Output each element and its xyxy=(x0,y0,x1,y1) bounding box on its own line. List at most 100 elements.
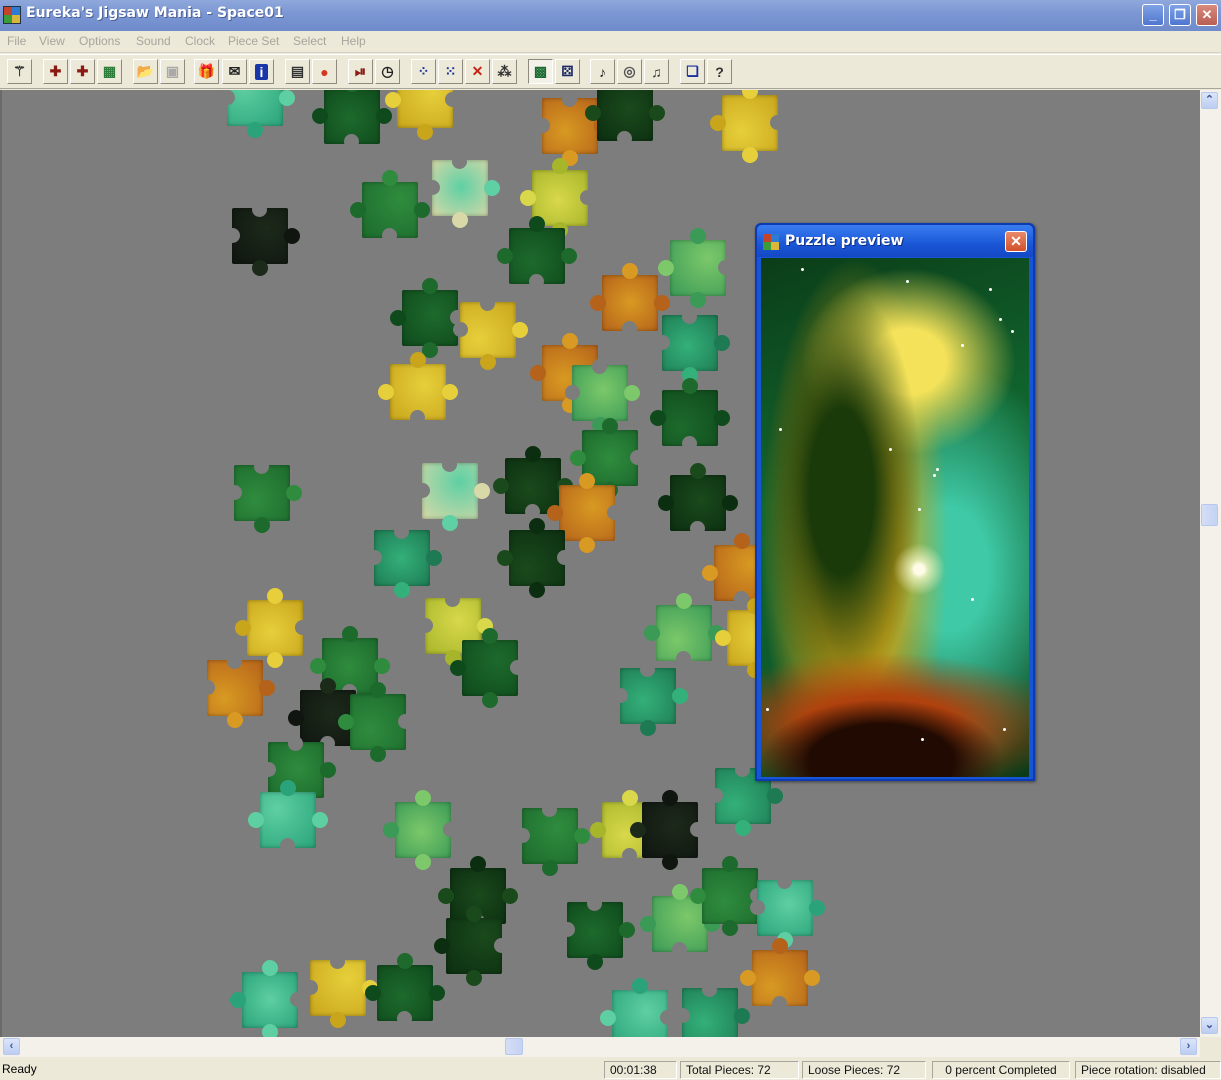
scroll-right-button[interactable]: › xyxy=(1180,1038,1197,1055)
puzzle-piece[interactable] xyxy=(415,457,490,531)
puzzle-piece[interactable] xyxy=(312,90,392,149)
piece-blank xyxy=(529,274,544,289)
horizontal-scrollbar[interactable]: ‹ › xyxy=(0,1037,1200,1057)
vertical-scrollbar[interactable]: ⌃ ⌄ xyxy=(1200,90,1221,1037)
puzzle-piece[interactable] xyxy=(658,228,733,308)
menu-piece-set[interactable]: Piece Set xyxy=(228,34,279,48)
piece-body xyxy=(612,990,668,1037)
puzzle-piece[interactable] xyxy=(235,588,310,668)
puzzle-piece[interactable] xyxy=(367,524,442,598)
save-file-button[interactable]: ▣ xyxy=(160,59,185,84)
piece-tab xyxy=(632,978,648,994)
puzzle-piece[interactable] xyxy=(750,874,825,948)
puzzle-piece[interactable] xyxy=(303,954,378,1028)
info-button[interactable]: i xyxy=(249,59,274,84)
puzzle-piece[interactable] xyxy=(338,682,413,762)
clock-reset-button[interactable]: ◷ xyxy=(375,59,400,84)
email-button[interactable]: ✉ xyxy=(222,59,247,84)
puzzle-piece[interactable] xyxy=(560,896,635,970)
puzzle-piece[interactable] xyxy=(565,359,640,433)
select-border-pieces-button[interactable]: ⁙ xyxy=(438,59,463,84)
select-all-pieces-button[interactable]: ⁘ xyxy=(411,59,436,84)
puzzle-piece[interactable] xyxy=(378,352,458,425)
puzzle-piece[interactable] xyxy=(640,884,720,957)
puzzle-piece[interactable] xyxy=(600,978,675,1037)
puzzle-piece[interactable] xyxy=(690,856,765,936)
puzzle-piece[interactable] xyxy=(658,463,738,536)
puzzle-piece[interactable] xyxy=(497,518,572,598)
piece-tab xyxy=(772,938,788,954)
puzzle-piece[interactable] xyxy=(655,309,730,383)
preview-title-bar[interactable]: Puzzle preview ✕ xyxy=(757,225,1033,257)
puzzle-piece[interactable] xyxy=(450,628,525,708)
magic-wand-button[interactable]: ⚚ xyxy=(7,59,32,84)
scroll-left-button[interactable]: ‹ xyxy=(3,1038,20,1055)
puzzle-piece[interactable] xyxy=(547,473,622,553)
puzzle-preview-window[interactable]: Puzzle preview ✕ xyxy=(755,223,1035,781)
scatter-pieces-button[interactable]: ⁂ xyxy=(492,59,517,84)
puzzle-piece[interactable] xyxy=(425,154,500,228)
puzzle-piece[interactable] xyxy=(497,216,577,289)
puzzle-piece[interactable] xyxy=(630,790,705,870)
puzzle-piece[interactable] xyxy=(227,459,302,533)
new-puzzle-button[interactable]: ✚ xyxy=(43,59,68,84)
puzzle-piece[interactable] xyxy=(200,654,275,728)
puzzle-piece[interactable] xyxy=(350,170,430,243)
puzzle-piece[interactable] xyxy=(434,906,509,986)
puzzle-piece[interactable] xyxy=(220,90,295,138)
close-button[interactable]: ✕ xyxy=(1196,4,1218,26)
help-button[interactable]: ? xyxy=(707,59,732,84)
puzzle-piece[interactable] xyxy=(590,263,670,336)
menu-clock[interactable]: Clock xyxy=(185,34,215,48)
menu-options[interactable]: Options xyxy=(79,34,120,48)
puzzle-piece[interactable] xyxy=(383,790,458,870)
delete-selection-button[interactable]: ✕ xyxy=(465,59,490,84)
piece-tab xyxy=(426,550,442,566)
puzzle-piece[interactable] xyxy=(453,296,528,370)
menu-sound[interactable]: Sound xyxy=(136,34,171,48)
shuffle-pieces-button[interactable]: ✚ xyxy=(70,59,95,84)
menu-select[interactable]: Select xyxy=(293,34,326,48)
gift-button[interactable]: 🎁 xyxy=(194,59,219,84)
menu-file[interactable]: File xyxy=(7,34,26,48)
vertical-scroll-thumb[interactable] xyxy=(1201,504,1218,526)
puzzle-piece[interactable] xyxy=(248,780,328,853)
scroll-up-button[interactable]: ⌃ xyxy=(1201,92,1218,109)
puzzle-piece[interactable] xyxy=(650,378,730,451)
playlist-button[interactable]: ♫ xyxy=(644,59,669,84)
piece-blank xyxy=(452,154,467,169)
minimize-button[interactable]: _ xyxy=(1142,4,1164,26)
properties-button[interactable]: ▤ xyxy=(285,59,310,84)
cd-audio-button[interactable]: ◎ xyxy=(617,59,642,84)
colors-button[interactable]: ● xyxy=(312,59,337,84)
puzzle-piece[interactable] xyxy=(710,90,785,163)
puzzle-piece[interactable] xyxy=(261,736,336,810)
scroll-down-button[interactable]: ⌄ xyxy=(1201,1017,1218,1034)
show-box-button[interactable]: ⚄ xyxy=(555,59,580,84)
puzzle-piece[interactable] xyxy=(385,90,460,140)
app-icon[interactable] xyxy=(3,6,21,24)
puzzle-piece[interactable] xyxy=(675,982,750,1037)
menu-view[interactable]: View xyxy=(39,34,65,48)
puzzle-piece[interactable] xyxy=(740,938,820,1011)
puzzle-piece[interactable] xyxy=(613,662,688,736)
puzzle-piece[interactable] xyxy=(644,593,724,666)
puzzle-piece[interactable] xyxy=(515,802,590,876)
open-file-button[interactable]: 📂 xyxy=(133,59,158,84)
puzzle-piece[interactable] xyxy=(390,278,465,358)
show-preview-button[interactable]: ▩ xyxy=(528,59,553,84)
piece-tab xyxy=(235,620,251,636)
puzzle-piece[interactable] xyxy=(230,960,305,1037)
horizontal-scroll-thumb[interactable] xyxy=(505,1038,523,1055)
restore-button[interactable]: ❐ xyxy=(1169,4,1191,26)
menu-help[interactable]: Help xyxy=(341,34,366,48)
timer-pause-button[interactable]: ⏯ xyxy=(348,59,373,84)
puzzle-piece[interactable] xyxy=(585,90,665,146)
music-button[interactable]: ♪ xyxy=(590,59,615,84)
arrange-windows-button[interactable]: ❏ xyxy=(680,59,705,84)
puzzle-piece[interactable] xyxy=(225,202,300,276)
view-picture-button[interactable]: ▦ xyxy=(97,59,122,84)
preview-close-button[interactable]: ✕ xyxy=(1005,231,1027,252)
puzzle-piece[interactable] xyxy=(365,953,445,1026)
piece-tab xyxy=(480,354,496,370)
